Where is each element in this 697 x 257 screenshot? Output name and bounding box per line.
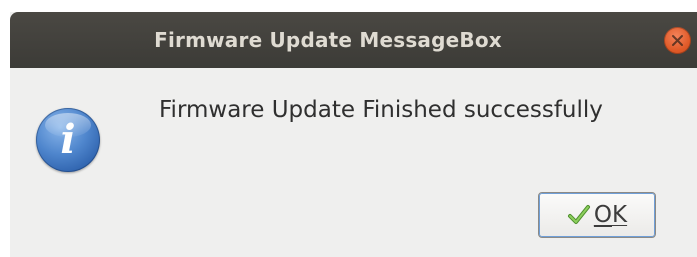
check-icon (567, 203, 591, 227)
info-icon: i (36, 108, 100, 172)
message-box-window: Firmware Update MessageBox i Firmware Up… (10, 12, 697, 257)
message-text: Firmware Update Finished successfully (159, 97, 603, 123)
window-title: Firmware Update MessageBox (154, 28, 502, 52)
close-icon[interactable] (664, 27, 691, 54)
ok-button-label: OK (593, 202, 628, 228)
info-glyph: i (60, 116, 76, 163)
title-bar[interactable]: Firmware Update MessageBox (10, 12, 697, 68)
ok-button[interactable]: OK (538, 192, 656, 238)
